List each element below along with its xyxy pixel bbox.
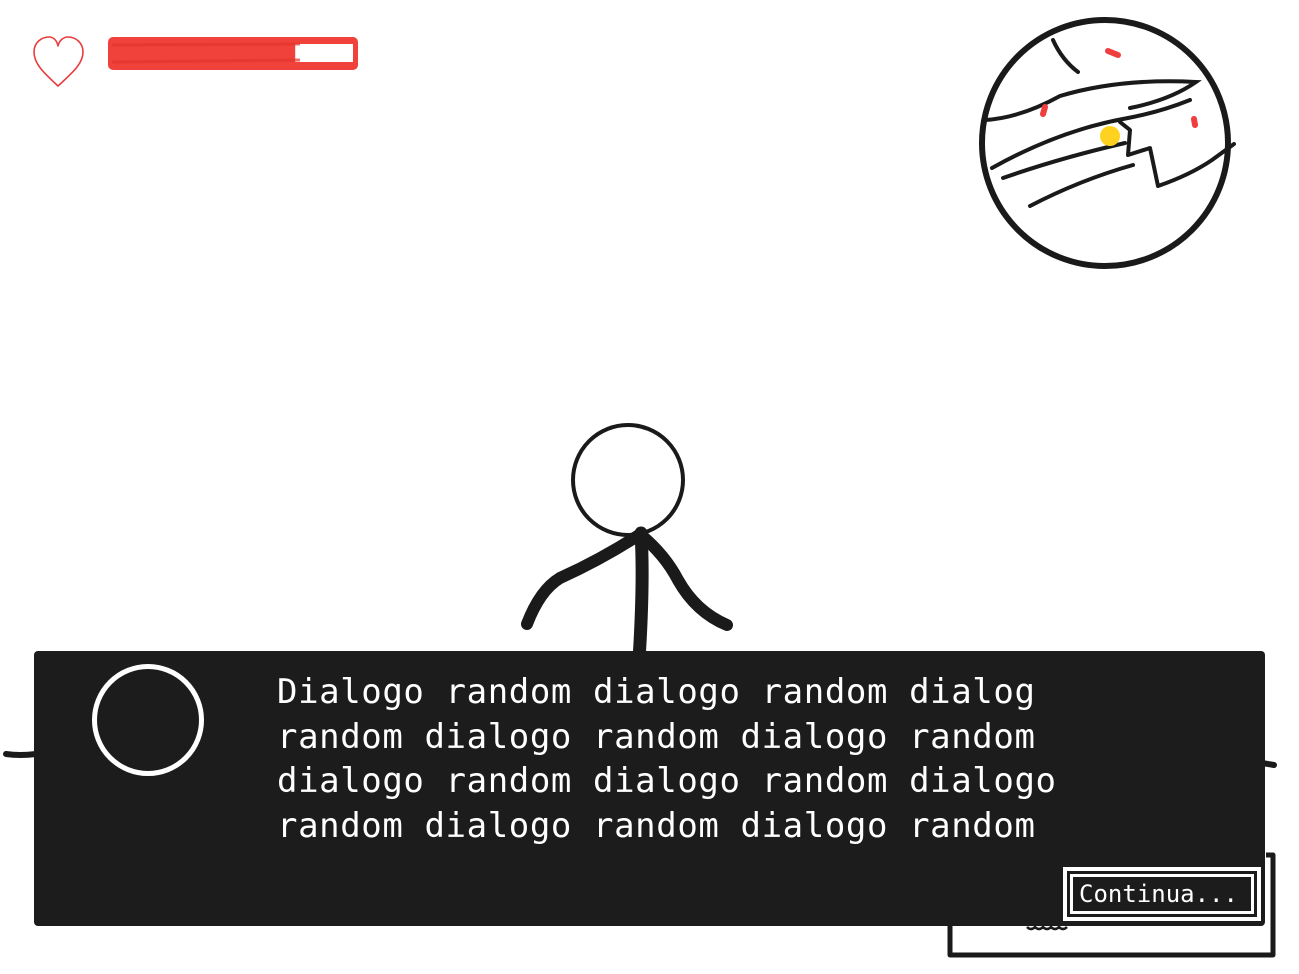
speaker-portrait — [92, 664, 204, 776]
minimap-enemy-marker — [1105, 48, 1121, 58]
character-right-arm — [635, 529, 733, 631]
minimap-enemy-marker — [1040, 104, 1048, 117]
dialog-line: random dialogo random dialogo random — [277, 716, 1036, 757]
continue-button-label: Continua... — [1070, 874, 1254, 914]
crate-detail — [1026, 925, 1068, 931]
health-bar — [108, 37, 358, 70]
heart-icon — [33, 36, 84, 87]
dialog-line: dialogo random dialogo random dialogo — [277, 761, 1057, 801]
dialog-line: Dialogo random dialogo random dialog — [277, 672, 1036, 712]
player-character — [521, 423, 733, 667]
continue-button[interactable]: Continua... — [1063, 867, 1261, 921]
character-left-arm — [521, 529, 645, 630]
ground-line-left — [3, 751, 39, 758]
character-head — [571, 423, 685, 537]
dialog-line: random dialogo random dialogo random — [277, 805, 1036, 846]
character-body — [632, 526, 649, 667]
minimap-enemy-marker — [1191, 116, 1198, 128]
game-screen: Dialogo random dialogo random dialog ran… — [0, 0, 1299, 974]
minimap-player-marker — [1100, 126, 1120, 146]
health-bar-empty — [295, 44, 353, 62]
minimap — [979, 17, 1236, 269]
dialog-text: Dialogo random dialogo random dialog ran… — [277, 670, 1127, 848]
